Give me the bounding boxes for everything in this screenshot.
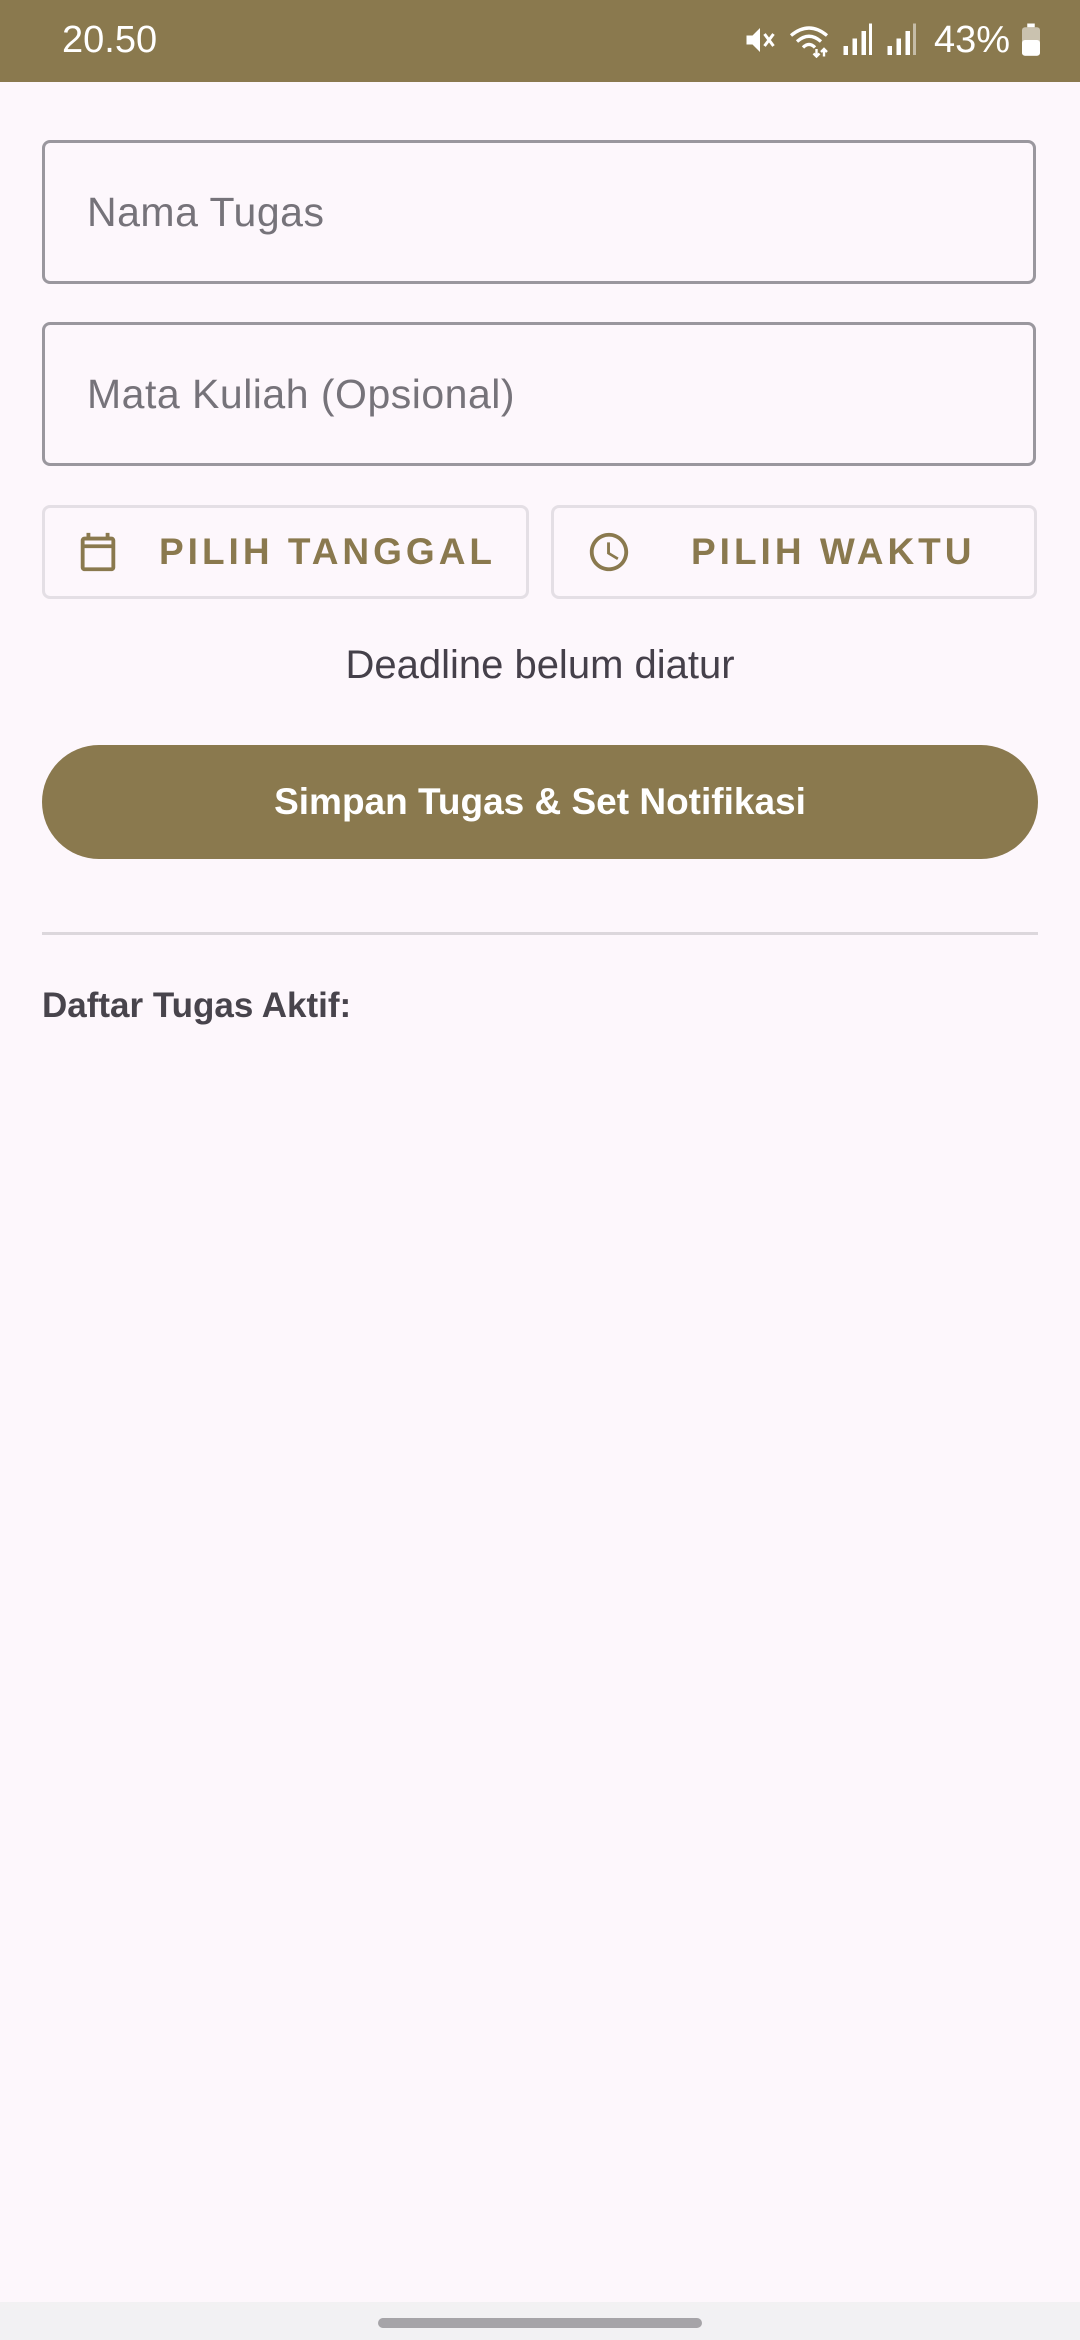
course-input[interactable]: Mata Kuliah (Opsional) [42, 322, 1036, 466]
status-bar: 20.50 43% [0, 0, 1080, 82]
task-list[interactable] [42, 1040, 1038, 2240]
task-name-placeholder: Nama Tugas [87, 189, 325, 235]
clock-icon [589, 532, 629, 572]
navigation-bar [0, 2302, 1080, 2340]
status-icons: 43% [742, 18, 1042, 62]
status-time: 20.50 [62, 19, 158, 61]
battery-icon [1022, 23, 1040, 56]
pick-date-button[interactable]: PILIH TANGGAL [42, 505, 529, 599]
signal-icon [843, 23, 872, 55]
pick-date-label: PILIH TANGGAL [159, 531, 497, 572]
deadline-status-text: Deadline belum diatur [345, 643, 735, 687]
mute-icon [746, 28, 775, 52]
task-list-title: Daftar Tugas Aktif: [42, 986, 352, 1025]
signal-icon [887, 23, 916, 55]
divider [42, 932, 1038, 935]
calendar-icon [80, 532, 116, 572]
task-name-input[interactable]: Nama Tugas [42, 140, 1036, 284]
course-placeholder: Mata Kuliah (Opsional) [87, 371, 516, 417]
home-indicator[interactable] [378, 2318, 702, 2328]
pick-time-button[interactable]: PILIH WAKTU [551, 505, 1037, 599]
battery-percent: 43% [933, 19, 1010, 61]
save-task-button[interactable]: Simpan Tugas & Set Notifikasi [42, 745, 1038, 859]
pick-time-label: PILIH WAKTU [691, 531, 976, 572]
wifi-icon [789, 26, 828, 58]
